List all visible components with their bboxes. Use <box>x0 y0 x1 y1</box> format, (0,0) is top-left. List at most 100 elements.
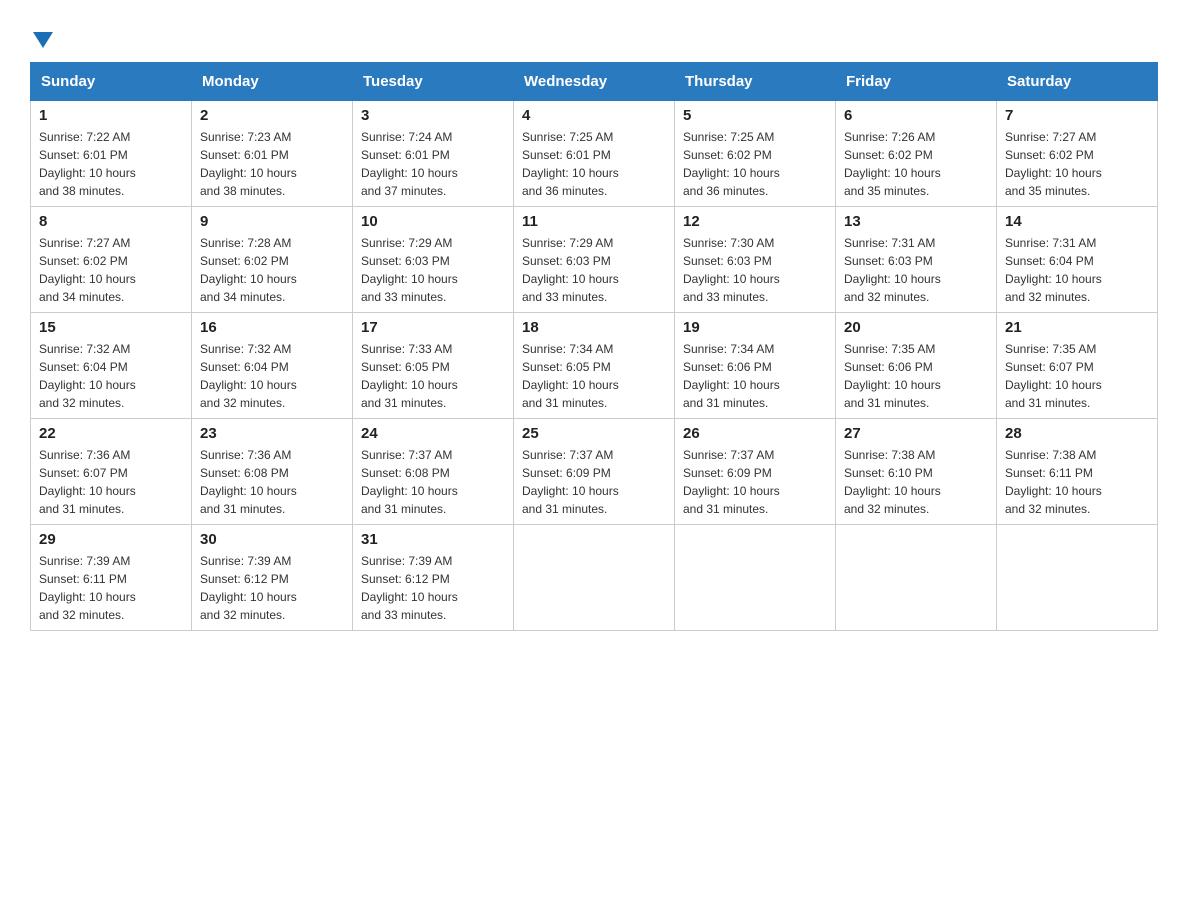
day-number: 1 <box>39 107 183 124</box>
calendar-day-cell: 2 Sunrise: 7:23 AMSunset: 6:01 PMDaylight… <box>192 101 353 207</box>
calendar-day-cell: 14 Sunrise: 7:31 AMSunset: 6:04 PMDayligh… <box>997 207 1158 313</box>
day-number: 13 <box>844 213 988 230</box>
page-header <box>30 20 1158 44</box>
logo-triangle-icon <box>33 32 53 48</box>
calendar-day-cell: 27Sunrise: 7:38 AMSunset: 6:10 PMDayligh… <box>836 419 997 525</box>
day-number: 5 <box>683 107 827 124</box>
day-info: Sunrise: 7:35 AMSunset: 6:06 PMDaylight:… <box>844 340 988 412</box>
day-info: Sunrise: 7:32 AMSunset: 6:04 PMDaylight:… <box>39 340 183 412</box>
day-info: Sunrise: 7:27 AMSunset: 6:02 PMDaylight:… <box>1005 128 1149 200</box>
day-info: Sunrise: 7:33 AMSunset: 6:05 PMDaylight:… <box>361 340 505 412</box>
day-number: 14 <box>1005 213 1149 230</box>
day-info: Sunrise: 7:22 AMSunset: 6:01 PMDaylight:… <box>39 128 183 200</box>
day-info: Sunrise: 7:37 AMSunset: 6:09 PMDaylight:… <box>522 446 666 518</box>
calendar-day-cell: 13Sunrise: 7:31 AMSunset: 6:03 PMDayligh… <box>836 207 997 313</box>
day-info: Sunrise: 7:23 AMSunset: 6:01 PMDaylight:… <box>200 128 344 200</box>
calendar-day-cell: 24 Sunrise: 7:37 AMSunset: 6:08 PMDayligh… <box>353 419 514 525</box>
calendar-day-cell: 20 Sunrise: 7:35 AMSunset: 6:06 PMDayligh… <box>836 313 997 419</box>
day-number: 20 <box>844 319 988 336</box>
day-of-week-header: Friday <box>836 63 997 101</box>
day-number: 22 <box>39 425 183 442</box>
day-number: 6 <box>844 107 988 124</box>
calendar-day-cell: 19 Sunrise: 7:34 AMSunset: 6:06 PMDayligh… <box>675 313 836 419</box>
calendar-day-cell: 5 Sunrise: 7:25 AMSunset: 6:02 PMDaylight… <box>675 101 836 207</box>
calendar-day-cell: 9 Sunrise: 7:28 AMSunset: 6:02 PMDaylight… <box>192 207 353 313</box>
day-number: 18 <box>522 319 666 336</box>
calendar-day-cell: 22 Sunrise: 7:36 AMSunset: 6:07 PMDayligh… <box>31 419 192 525</box>
calendar-week-row: 29 Sunrise: 7:39 AMSunset: 6:11 PMDayligh… <box>31 525 1158 631</box>
day-info: Sunrise: 7:39 AMSunset: 6:12 PMDaylight:… <box>361 552 505 624</box>
calendar-header-row: SundayMondayTuesdayWednesdayThursdayFrid… <box>31 63 1158 101</box>
day-number: 8 <box>39 213 183 230</box>
day-info: Sunrise: 7:37 AMSunset: 6:08 PMDaylight:… <box>361 446 505 518</box>
day-info: Sunrise: 7:34 AMSunset: 6:06 PMDaylight:… <box>683 340 827 412</box>
calendar-day-cell: 18 Sunrise: 7:34 AMSunset: 6:05 PMDayligh… <box>514 313 675 419</box>
calendar-day-cell: 29 Sunrise: 7:39 AMSunset: 6:11 PMDayligh… <box>31 525 192 631</box>
day-info: Sunrise: 7:32 AMSunset: 6:04 PMDaylight:… <box>200 340 344 412</box>
day-info: Sunrise: 7:36 AMSunset: 6:07 PMDaylight:… <box>39 446 183 518</box>
calendar-day-cell: 7Sunrise: 7:27 AMSunset: 6:02 PMDaylight… <box>997 101 1158 207</box>
day-number: 23 <box>200 425 344 442</box>
day-of-week-header: Monday <box>192 63 353 101</box>
calendar-day-cell <box>675 525 836 631</box>
day-info: Sunrise: 7:27 AMSunset: 6:02 PMDaylight:… <box>39 234 183 306</box>
day-info: Sunrise: 7:34 AMSunset: 6:05 PMDaylight:… <box>522 340 666 412</box>
calendar-day-cell: 30 Sunrise: 7:39 AMSunset: 6:12 PMDayligh… <box>192 525 353 631</box>
day-number: 28 <box>1005 425 1149 442</box>
day-number: 16 <box>200 319 344 336</box>
day-number: 30 <box>200 531 344 548</box>
day-number: 26 <box>683 425 827 442</box>
day-number: 19 <box>683 319 827 336</box>
calendar-week-row: 15 Sunrise: 7:32 AMSunset: 6:04 PMDayligh… <box>31 313 1158 419</box>
calendar-day-cell: 12Sunrise: 7:30 AMSunset: 6:03 PMDayligh… <box>675 207 836 313</box>
day-info: Sunrise: 7:35 AMSunset: 6:07 PMDaylight:… <box>1005 340 1149 412</box>
day-info: Sunrise: 7:25 AMSunset: 6:02 PMDaylight:… <box>683 128 827 200</box>
day-of-week-header: Saturday <box>997 63 1158 101</box>
day-of-week-header: Sunday <box>31 63 192 101</box>
day-number: 31 <box>361 531 505 548</box>
calendar-day-cell: 8 Sunrise: 7:27 AMSunset: 6:02 PMDaylight… <box>31 207 192 313</box>
day-info: Sunrise: 7:28 AMSunset: 6:02 PMDaylight:… <box>200 234 344 306</box>
calendar-day-cell: 26 Sunrise: 7:37 AMSunset: 6:09 PMDayligh… <box>675 419 836 525</box>
calendar-table: SundayMondayTuesdayWednesdayThursdayFrid… <box>30 62 1158 631</box>
day-number: 12 <box>683 213 827 230</box>
day-info: Sunrise: 7:37 AMSunset: 6:09 PMDaylight:… <box>683 446 827 518</box>
day-number: 17 <box>361 319 505 336</box>
day-info: Sunrise: 7:31 AMSunset: 6:04 PMDaylight:… <box>1005 234 1149 306</box>
day-of-week-header: Thursday <box>675 63 836 101</box>
day-info: Sunrise: 7:29 AMSunset: 6:03 PMDaylight:… <box>361 234 505 306</box>
day-number: 21 <box>1005 319 1149 336</box>
day-info: Sunrise: 7:39 AMSunset: 6:12 PMDaylight:… <box>200 552 344 624</box>
day-number: 29 <box>39 531 183 548</box>
calendar-week-row: 8 Sunrise: 7:27 AMSunset: 6:02 PMDaylight… <box>31 207 1158 313</box>
day-number: 11 <box>522 213 666 230</box>
day-info: Sunrise: 7:24 AMSunset: 6:01 PMDaylight:… <box>361 128 505 200</box>
day-info: Sunrise: 7:39 AMSunset: 6:11 PMDaylight:… <box>39 552 183 624</box>
calendar-day-cell: 6 Sunrise: 7:26 AMSunset: 6:02 PMDaylight… <box>836 101 997 207</box>
calendar-day-cell: 17 Sunrise: 7:33 AMSunset: 6:05 PMDayligh… <box>353 313 514 419</box>
day-number: 10 <box>361 213 505 230</box>
day-info: Sunrise: 7:26 AMSunset: 6:02 PMDaylight:… <box>844 128 988 200</box>
day-number: 24 <box>361 425 505 442</box>
day-info: Sunrise: 7:25 AMSunset: 6:01 PMDaylight:… <box>522 128 666 200</box>
calendar-day-cell: 1 Sunrise: 7:22 AMSunset: 6:01 PMDaylight… <box>31 101 192 207</box>
calendar-day-cell <box>836 525 997 631</box>
calendar-week-row: 22 Sunrise: 7:36 AMSunset: 6:07 PMDayligh… <box>31 419 1158 525</box>
day-info: Sunrise: 7:36 AMSunset: 6:08 PMDaylight:… <box>200 446 344 518</box>
calendar-week-row: 1 Sunrise: 7:22 AMSunset: 6:01 PMDaylight… <box>31 101 1158 207</box>
calendar-day-cell: 25 Sunrise: 7:37 AMSunset: 6:09 PMDayligh… <box>514 419 675 525</box>
calendar-day-cell: 3Sunrise: 7:24 AMSunset: 6:01 PMDaylight… <box>353 101 514 207</box>
calendar-day-cell: 10 Sunrise: 7:29 AMSunset: 6:03 PMDayligh… <box>353 207 514 313</box>
day-of-week-header: Tuesday <box>353 63 514 101</box>
day-number: 9 <box>200 213 344 230</box>
calendar-day-cell: 23 Sunrise: 7:36 AMSunset: 6:08 PMDayligh… <box>192 419 353 525</box>
day-number: 25 <box>522 425 666 442</box>
day-info: Sunrise: 7:29 AMSunset: 6:03 PMDaylight:… <box>522 234 666 306</box>
day-info: Sunrise: 7:38 AMSunset: 6:10 PMDaylight:… <box>844 446 988 518</box>
calendar-day-cell <box>997 525 1158 631</box>
day-number: 4 <box>522 107 666 124</box>
day-number: 15 <box>39 319 183 336</box>
calendar-day-cell: 31 Sunrise: 7:39 AMSunset: 6:12 PMDayligh… <box>353 525 514 631</box>
day-number: 2 <box>200 107 344 124</box>
calendar-day-cell: 11 Sunrise: 7:29 AMSunset: 6:03 PMDayligh… <box>514 207 675 313</box>
